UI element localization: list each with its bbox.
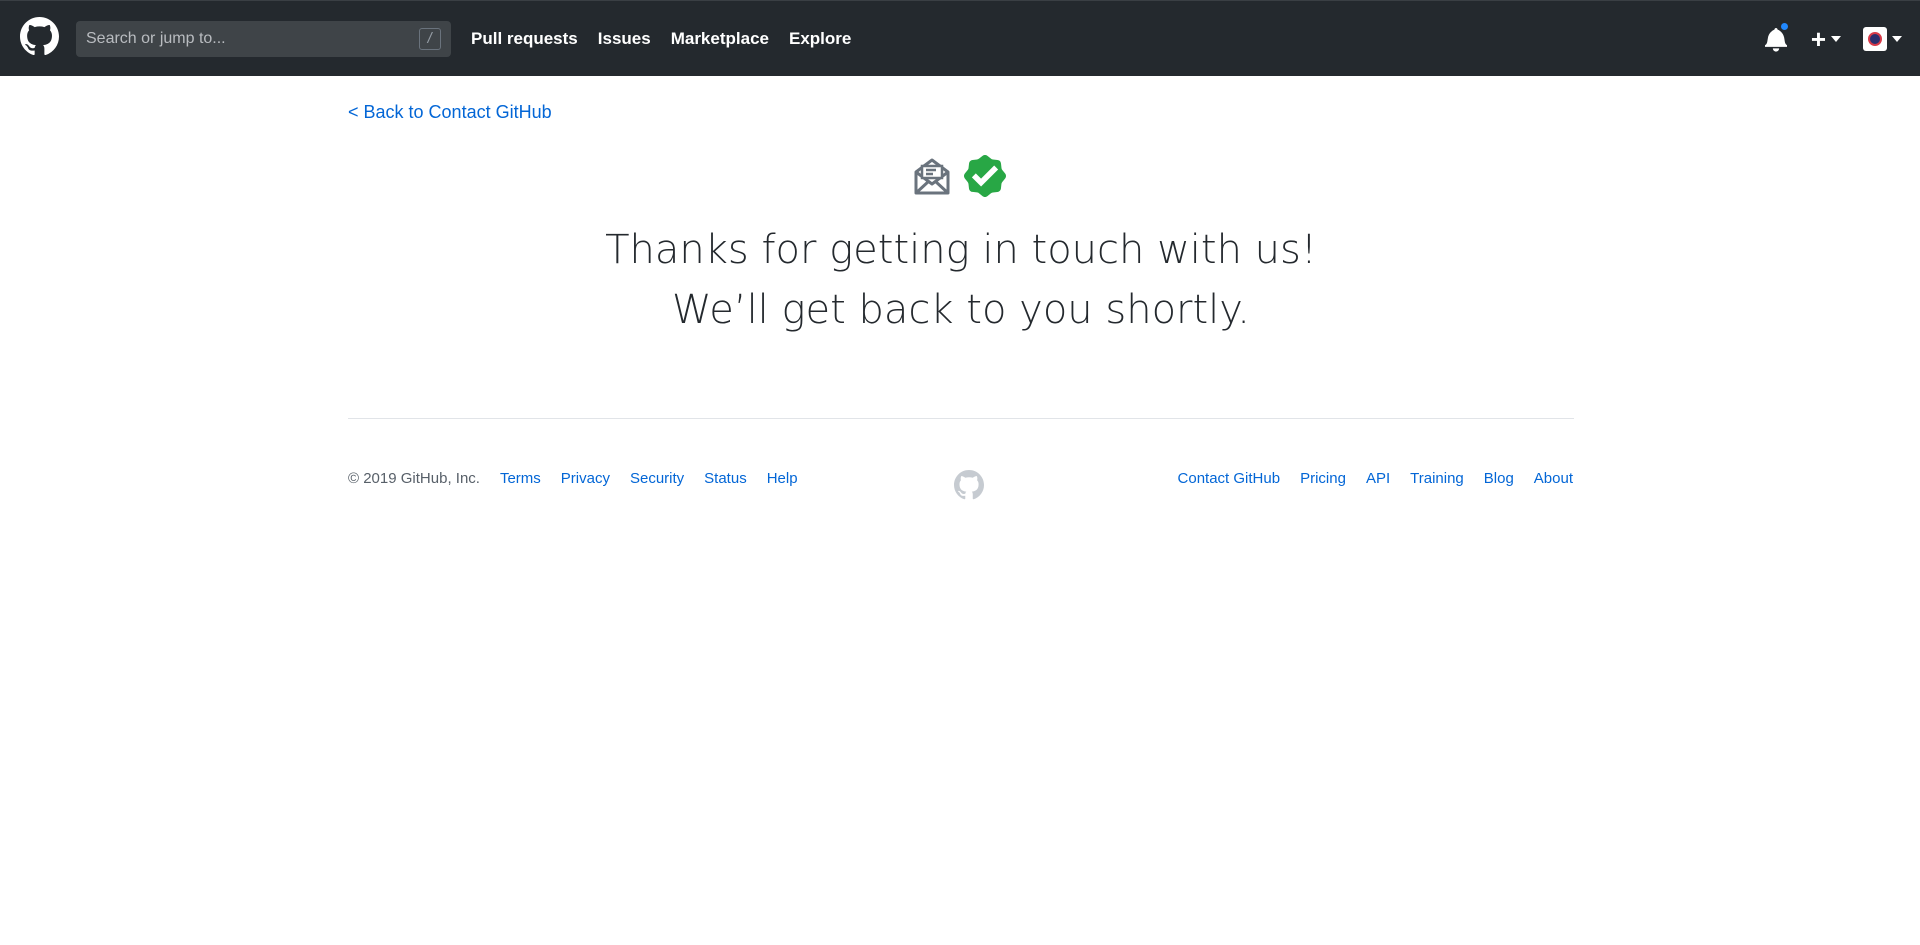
chevron-down-icon xyxy=(1892,36,1902,42)
nav-issues[interactable]: Issues xyxy=(598,29,651,49)
header-nav: Pull requests Issues Marketplace Explore xyxy=(471,1,871,77)
footer-link-about[interactable]: About xyxy=(1534,470,1573,487)
search-input[interactable] xyxy=(76,21,419,57)
notification-indicator xyxy=(1778,21,1790,32)
footer-link-training[interactable]: Training xyxy=(1410,470,1464,487)
confirmation-message: Thanks for getting in touch with us! We’… xyxy=(348,220,1574,340)
create-new-menu[interactable]: + xyxy=(1811,26,1841,52)
footer-link-blog[interactable]: Blog xyxy=(1484,470,1514,487)
footer-link-api[interactable]: API xyxy=(1366,470,1390,487)
footer-right: Contact GitHub Pricing API Training Blog… xyxy=(1158,470,1573,487)
footer-link-pricing[interactable]: Pricing xyxy=(1300,470,1346,487)
notifications-button[interactable] xyxy=(1764,21,1790,52)
open-envelope-icon xyxy=(914,158,950,195)
search-box[interactable]: / xyxy=(76,21,451,57)
back-to-contact-link[interactable]: < Back to Contact GitHub xyxy=(348,102,552,123)
footer-link-privacy[interactable]: Privacy xyxy=(561,470,610,487)
copyright-text: © 2019 GitHub, Inc. xyxy=(348,470,480,487)
footer-divider xyxy=(348,418,1574,419)
footer-link-security[interactable]: Security xyxy=(630,470,684,487)
footer-link-contact[interactable]: Contact GitHub xyxy=(1178,470,1281,487)
global-header: / Pull requests Issues Marketplace Explo… xyxy=(0,0,1920,76)
chevron-down-icon xyxy=(1831,36,1841,42)
avatar-icon xyxy=(1868,32,1882,46)
user-menu[interactable] xyxy=(1863,27,1902,51)
nav-pull-requests[interactable]: Pull requests xyxy=(471,29,578,49)
footer-link-terms[interactable]: Terms xyxy=(500,470,541,487)
verified-check-icon xyxy=(964,155,1006,197)
confirmation-icons xyxy=(912,155,1006,197)
confirmation-line-1: Thanks for getting in touch with us! xyxy=(605,227,1317,273)
plus-icon: + xyxy=(1810,24,1826,54)
github-octocat-icon[interactable] xyxy=(20,17,59,56)
avatar xyxy=(1863,27,1887,51)
footer-left: © 2019 GitHub, Inc. Terms Privacy Securi… xyxy=(348,470,818,487)
confirmation-line-2: We’ll get back to you shortly. xyxy=(672,287,1250,333)
footer-link-help[interactable]: Help xyxy=(767,470,798,487)
github-mark-icon[interactable] xyxy=(954,470,984,500)
footer-link-status[interactable]: Status xyxy=(704,470,747,487)
nav-marketplace[interactable]: Marketplace xyxy=(671,29,769,49)
header-actions: + xyxy=(1764,1,1902,77)
nav-explore[interactable]: Explore xyxy=(789,29,851,49)
search-shortcut-hint: / xyxy=(419,28,441,50)
